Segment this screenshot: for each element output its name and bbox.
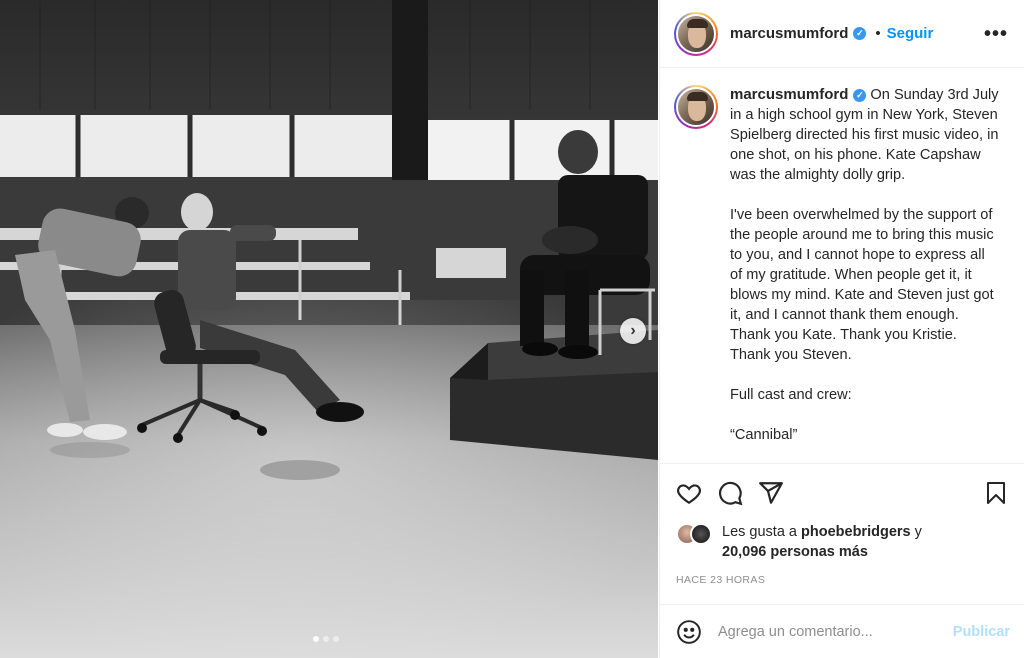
post-header: marcusmumford ✓ • Seguir ••• — [660, 0, 1024, 68]
carousel-next-button[interactable]: › — [620, 318, 646, 344]
verified-icon: ✓ — [853, 27, 867, 40]
publish-button[interactable]: Publicar — [953, 624, 1010, 640]
post-media[interactable]: › — [0, 0, 658, 658]
caption-paragraph: Full cast and crew: — [730, 387, 852, 403]
caption-avatar[interactable] — [674, 85, 718, 129]
emoji-icon[interactable] — [676, 619, 702, 645]
follow-button[interactable]: Seguir — [887, 25, 934, 42]
caption-section: marcusmumford ✓ On Sunday 3rd July in a h… — [660, 69, 1024, 462]
action-icons — [676, 478, 1008, 508]
avatar[interactable] — [674, 11, 718, 56]
verified-icon: ✓ — [853, 89, 867, 102]
liked-by-user-link[interactable]: phoebebridgers — [801, 524, 911, 540]
likes-prefix: Les gusta a — [722, 524, 797, 540]
caption-username-link[interactable]: marcusmumford — [730, 86, 848, 103]
likes-summary: Les gusta a phoebebridgers y 20,096 pers… — [676, 522, 1008, 562]
caption-paragraph: marcusmumford ✓ On Sunday 3rd July in a h… — [730, 85, 1000, 185]
more-icon[interactable]: ••• — [984, 24, 1008, 44]
heart-icon[interactable] — [676, 480, 702, 506]
liker-avatars[interactable] — [676, 523, 716, 545]
caption-paragraph: I've been overwhelmed by the support of … — [730, 207, 994, 363]
avatar — [690, 523, 712, 545]
likes-joiner: y — [914, 524, 922, 540]
share-icon[interactable] — [758, 480, 784, 506]
carousel-dot — [313, 636, 319, 642]
caption-text: marcusmumford ✓ On Sunday 3rd July in a h… — [730, 85, 1000, 462]
caption-paragraph: “Cannibal” — [730, 427, 798, 443]
carousel-dot — [323, 636, 329, 642]
post-photo — [0, 0, 658, 658]
username-link[interactable]: marcusmumford — [730, 25, 848, 42]
separator-bullet: • — [875, 25, 881, 42]
carousel-dot — [333, 636, 339, 642]
comment-bar: Publicar — [660, 604, 1024, 658]
carousel-indicator — [313, 636, 339, 642]
comment-input[interactable] — [718, 623, 953, 640]
likes-count-link[interactable]: 20,096 personas más — [722, 544, 868, 560]
bookmark-icon[interactable] — [984, 480, 1008, 506]
likes-text: Les gusta a phoebebridgers y 20,096 pers… — [722, 522, 922, 562]
post-side-panel: marcusmumford ✓ • Seguir ••• marcusmumfo… — [659, 0, 1024, 658]
post-timestamp[interactable]: HACE 23 HORAS — [676, 574, 1008, 586]
comment-icon[interactable] — [717, 480, 743, 506]
